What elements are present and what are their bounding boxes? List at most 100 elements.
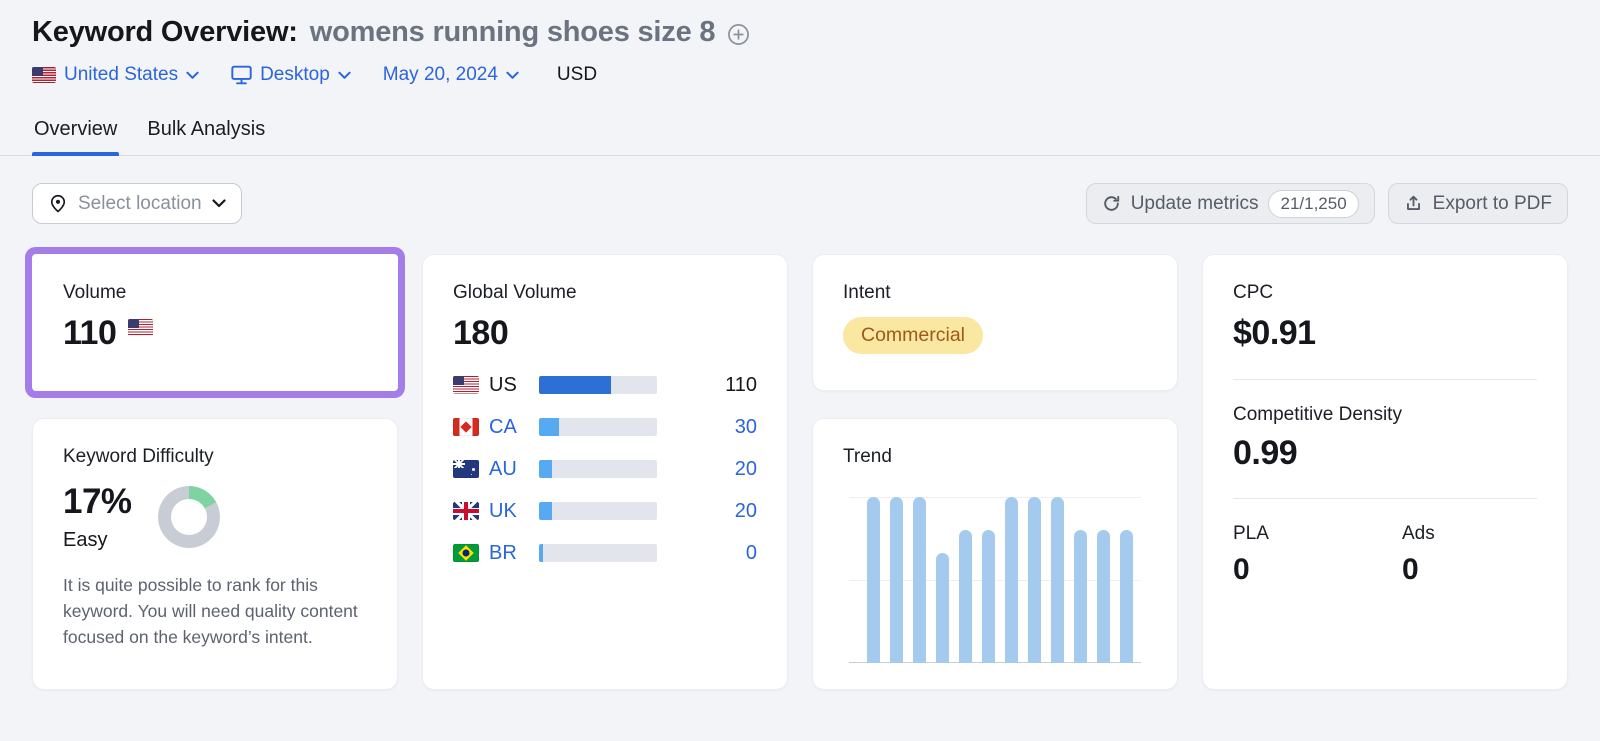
keyword-overview-page: Keyword Overview: womens running shoes s… — [0, 0, 1600, 741]
tab-bulk-analysis[interactable]: Bulk Analysis — [145, 110, 267, 155]
trend-bar — [982, 530, 995, 663]
intent-card: Intent Commercial — [812, 254, 1178, 391]
tab-bar: Overview Bulk Analysis — [0, 110, 1600, 156]
country-volume-value: 20 — [734, 499, 757, 522]
add-keyword-icon[interactable] — [727, 23, 750, 46]
export-icon — [1406, 195, 1420, 210]
refresh-icon — [1103, 195, 1119, 211]
country-bar-fill — [539, 544, 543, 563]
country-volume-row: BR 0 — [453, 541, 757, 564]
country-bar-fill — [539, 376, 611, 395]
country-code: BR — [489, 541, 517, 564]
global-volume-card: Global Volume 180 US 110 CA 30 AU 20 UK … — [422, 254, 788, 690]
chevron-down-icon — [186, 71, 199, 79]
trend-bar — [959, 530, 972, 663]
us-flag-icon — [128, 319, 154, 337]
country-bar-fill — [539, 418, 560, 437]
trend-bar — [936, 553, 949, 663]
keyword-difficulty-label: Easy — [63, 529, 108, 551]
country-volume-value: 20 — [734, 457, 757, 480]
tab-overview-label: Overview — [34, 118, 118, 140]
volume-card[interactable]: Volume 110 — [32, 254, 398, 391]
select-location-label: Select location — [78, 192, 202, 214]
filters-row: United States Desktop May 20, 2024 USD — [32, 64, 1568, 86]
keyword-difficulty-card: Keyword Difficulty 17% Easy It is quite … — [32, 418, 398, 690]
trend-bar — [867, 497, 880, 663]
update-metrics-button[interactable]: Update metrics 21/1,250 — [1085, 183, 1375, 224]
country-volume-row: CA 30 — [453, 415, 757, 438]
trend-bar — [1120, 530, 1133, 663]
cpc-card: CPC $0.91 Competitive Density 0.99 PLA 0… — [1202, 254, 1568, 690]
tab-overview[interactable]: Overview — [32, 110, 120, 156]
chevron-down-icon — [211, 199, 226, 208]
country-bar-track — [539, 418, 657, 437]
country-volume-value: 30 — [734, 415, 757, 438]
device-label: Desktop — [260, 64, 330, 85]
cpc-title: CPC — [1233, 282, 1274, 303]
competitive-density-value: 0.99 — [1233, 433, 1298, 472]
ads-block: Ads 0 — [1402, 523, 1435, 587]
divider — [1233, 378, 1537, 380]
export-pdf-button[interactable]: Export to PDF — [1387, 183, 1568, 224]
trend-title: Trend — [843, 446, 892, 467]
trend-card: Trend — [812, 418, 1178, 690]
global-volume-value: 180 — [453, 314, 509, 352]
br-flag-icon — [453, 544, 479, 563]
country-code: US — [489, 373, 517, 396]
country-bar-track — [539, 376, 657, 395]
pla-title: PLA — [1233, 523, 1269, 545]
date-label: May 20, 2024 — [382, 64, 498, 85]
kd-donut-chart — [157, 486, 220, 548]
device-selector[interactable]: Desktop — [231, 64, 351, 86]
trend-bar — [1051, 497, 1064, 663]
pla-value: 0 — [1233, 553, 1250, 587]
select-location-button[interactable]: Select location — [32, 183, 242, 224]
country-label: United States — [64, 64, 179, 85]
page-header: Keyword Overview: womens running shoes s… — [0, 0, 1600, 86]
country-bar-fill — [539, 460, 552, 479]
page-title: Keyword Overview: — [32, 16, 298, 48]
location-pin-icon — [50, 194, 66, 213]
chevron-down-icon — [506, 71, 519, 79]
country-volume-value: 110 — [725, 373, 757, 396]
divider — [1233, 498, 1537, 500]
trend-bar — [1097, 530, 1110, 663]
country-volume-row: AU 20 — [453, 457, 757, 480]
country-volume-row: UK 20 — [453, 499, 757, 522]
country-bar-track — [539, 502, 657, 521]
pla-ads-row: PLA 0 Ads 0 — [1233, 523, 1537, 587]
us-flag-icon — [453, 376, 479, 395]
volume-value: 110 — [63, 314, 117, 352]
trend-bar — [1074, 530, 1087, 663]
currency-label: USD — [556, 64, 598, 85]
trend-bars — [867, 497, 1133, 663]
country-code: AU — [489, 457, 517, 480]
country-bar-track — [539, 544, 657, 563]
competitive-density-title: Competitive Density — [1233, 403, 1402, 425]
volume-title: Volume — [63, 282, 127, 303]
cpc-value: $0.91 — [1233, 314, 1316, 352]
ads-title: Ads — [1402, 523, 1435, 545]
tab-bulk-analysis-label: Bulk Analysis — [147, 118, 266, 140]
quota-badge: 21/1,250 — [1268, 189, 1359, 218]
export-pdf-label: Export to PDF — [1432, 192, 1552, 214]
au-flag-icon — [453, 460, 479, 479]
metrics-grid: Volume 110 Global Volume 180 US 110 CA 3… — [32, 254, 1568, 719]
keyword-difficulty-description: It is quite possible to rank for this ke… — [63, 575, 358, 647]
trend-chart — [849, 497, 1141, 663]
country-bar-track — [539, 460, 657, 479]
ca-flag-icon — [453, 418, 479, 437]
intent-badge[interactable]: Commercial — [843, 317, 984, 354]
country-volume-value: 0 — [745, 541, 757, 564]
intent-title: Intent — [843, 282, 891, 303]
country-volume-row: US 110 — [453, 373, 757, 396]
trend-bar — [1005, 497, 1018, 663]
us-flag-icon — [32, 67, 56, 83]
trend-bar — [913, 497, 926, 663]
date-selector[interactable]: May 20, 2024 — [383, 64, 519, 86]
country-selector[interactable]: United States — [32, 64, 199, 86]
uk-flag-icon — [453, 502, 479, 521]
keyword-difficulty-title: Keyword Difficulty — [63, 446, 214, 467]
keyword-text: womens running shoes size 8 — [309, 16, 716, 48]
toolbar: Select location Update metrics 21/1,250 … — [32, 183, 1568, 224]
